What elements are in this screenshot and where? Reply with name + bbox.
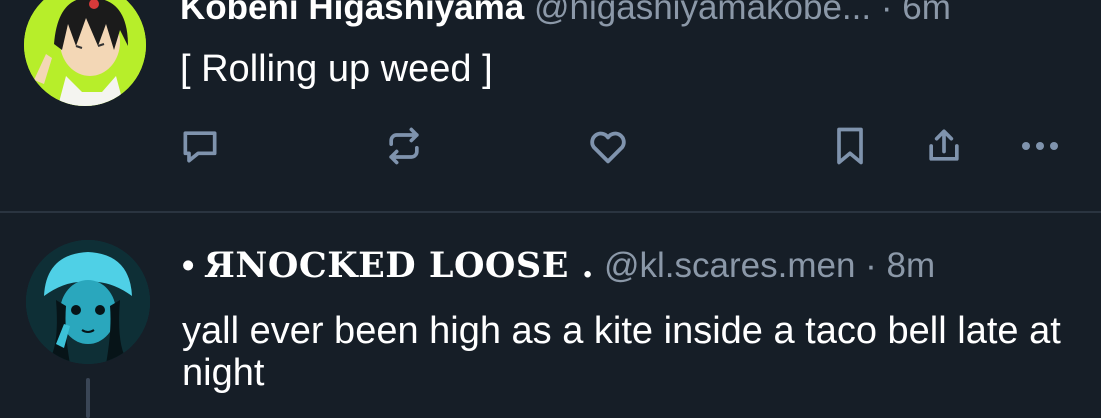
- post-header: Kobeni Higashiyama @higashiyamakobe... ·…: [180, 0, 951, 28]
- avatar-image: [26, 240, 150, 364]
- post-timestamp: · 6m: [880, 0, 951, 27]
- post-text: yall ever been high as a kite inside a t…: [182, 310, 1061, 394]
- post-timestamp: · 8m: [865, 246, 936, 285]
- bookmark-button[interactable]: [826, 122, 874, 170]
- share-button[interactable]: [920, 122, 968, 170]
- thread-line: [86, 378, 90, 418]
- repost-button[interactable]: [380, 122, 428, 170]
- author-prefix: •: [182, 246, 195, 285]
- like-button[interactable]: [584, 122, 632, 170]
- post-text: [ Rolling up weed ]: [180, 48, 493, 90]
- share-icon: [929, 129, 959, 161]
- repost-icon: [389, 127, 419, 165]
- avatar[interactable]: [26, 240, 150, 364]
- author-display-name[interactable]: Kobeni Higashiyama: [180, 0, 524, 27]
- post-divider: [0, 211, 1101, 213]
- post-header: • ЯNOCKED LOOSE . @kl.scares.men · 8m: [182, 246, 935, 286]
- bookmark-icon: [837, 127, 863, 165]
- like-icon: [590, 131, 626, 164]
- author-handle[interactable]: @higashiyamakobe...: [534, 0, 871, 27]
- more-icon: [1022, 142, 1058, 150]
- more-options-button[interactable]: [1016, 122, 1064, 170]
- author-handle[interactable]: @kl.scares.men: [604, 246, 855, 285]
- author-display-name[interactable]: ЯNOCKED LOOSE .: [204, 245, 594, 286]
- reply-icon: [183, 131, 217, 163]
- reply-button[interactable]: [176, 122, 224, 170]
- feed-post[interactable]: [0, 0, 1101, 212]
